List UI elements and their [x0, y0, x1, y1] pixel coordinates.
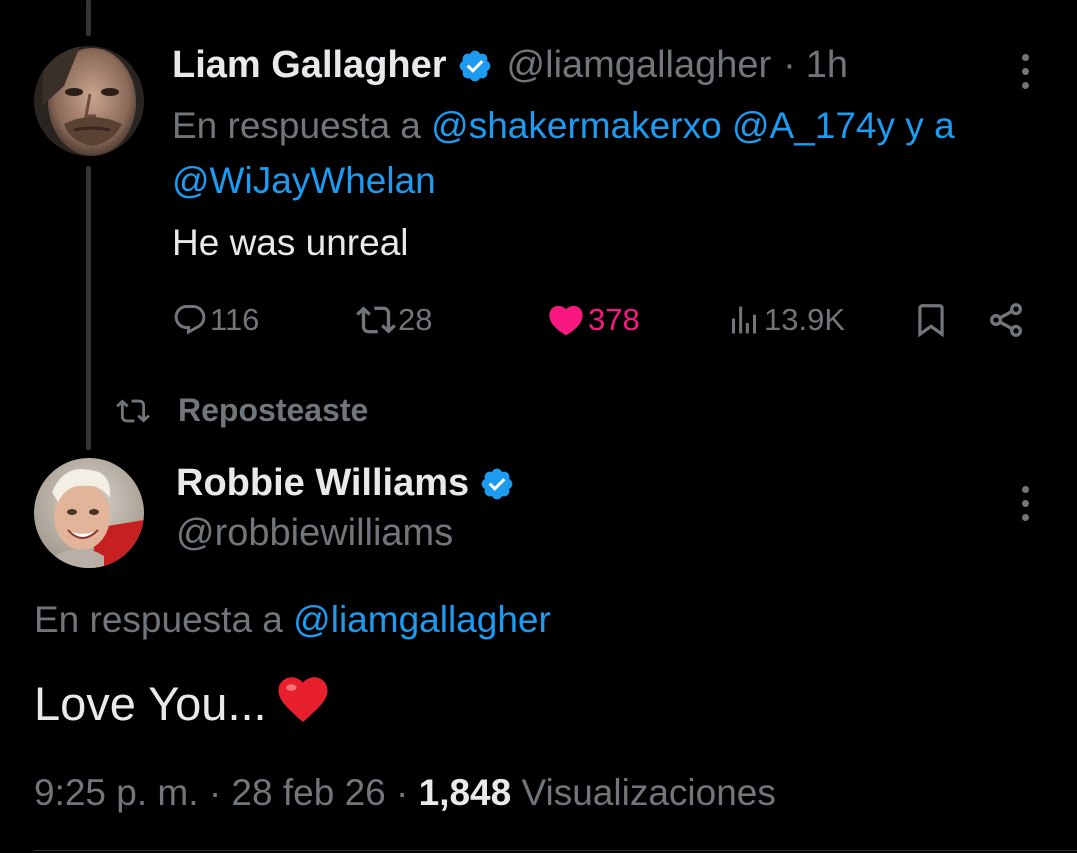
author-name[interactable]: Liam Gallagher: [172, 44, 447, 87]
more-options-icon[interactable]: [1020, 486, 1030, 521]
repost-count: 28: [398, 302, 433, 337]
tweet-text: He was unreal: [172, 222, 409, 263]
reply-prefix: En respuesta a: [172, 105, 421, 146]
bookmark-button[interactable]: [912, 296, 950, 344]
reply-count: 116: [210, 302, 260, 337]
like-button[interactable]: 378: [546, 296, 640, 344]
mention-link[interactable]: @WiJayWhelan: [172, 160, 436, 201]
reply-prefix: En respuesta a: [34, 599, 283, 640]
more-options-icon[interactable]: [1020, 54, 1030, 89]
repost-button[interactable]: 28: [356, 296, 432, 344]
tweet-date[interactable]: 28 feb 26: [231, 772, 385, 813]
red-heart-emoji-icon: [275, 672, 331, 735]
views-count: 13.9K: [764, 302, 846, 337]
tweet-text: Love You...: [34, 677, 267, 730]
tweet1-header: Liam Gallagher @liamgallagher · 1h: [172, 44, 848, 87]
tweet-time[interactable]: 9:25 p. m.: [34, 772, 199, 813]
divider: [34, 850, 1077, 851]
meta-separator: ·: [208, 772, 222, 813]
share-icon: [990, 303, 1022, 337]
bookmark-icon: [918, 304, 944, 338]
avatar-liam-gallagher[interactable]: [34, 46, 144, 156]
author-name[interactable]: Robbie Williams: [176, 462, 469, 505]
verified-badge-icon: [457, 48, 493, 84]
heart-filled-icon: [549, 305, 583, 336]
verified-badge-icon: [479, 466, 515, 502]
repost-label: Reposteaste: [178, 392, 369, 428]
reply-context: En respuesta a @shakermakerxo @A_174y y …: [172, 98, 1032, 208]
share-button[interactable]: [986, 296, 1026, 344]
reply-context: En respuesta a @liamgallagher: [34, 592, 551, 647]
tweet2-header: Robbie Williams: [176, 462, 515, 505]
reply-button[interactable]: 116: [172, 296, 259, 344]
mention-link[interactable]: @shakermakerxo: [431, 105, 722, 146]
views-button[interactable]: 13.9K: [726, 296, 845, 344]
like-count: 378: [588, 302, 640, 337]
thread-line-middle: [86, 166, 91, 450]
time-separator: ·: [783, 44, 796, 86]
author-handle[interactable]: @robbiewilliams: [176, 512, 453, 555]
repost-icon: [356, 306, 396, 334]
reply-icon: [174, 305, 206, 335]
thread-line-top: [86, 0, 91, 36]
tweet-time[interactable]: 1h: [806, 44, 848, 87]
views-bar-icon: [732, 306, 756, 334]
tweet-text-main: Love You...: [34, 672, 331, 735]
repost-banner: Reposteaste: [116, 392, 368, 429]
meta-separator: ·: [396, 772, 409, 813]
views-count: 1,848: [418, 772, 512, 813]
mention-link[interactable]: @A_174y: [732, 105, 895, 146]
mention-link[interactable]: @liamgallagher: [293, 599, 551, 640]
avatar-robbie-williams[interactable]: [34, 458, 144, 568]
author-handle[interactable]: @liamgallagher: [507, 44, 772, 87]
mention-joiner[interactable]: y a: [905, 105, 954, 146]
views-label: Visualizaciones: [521, 772, 776, 813]
repost-icon: [116, 398, 150, 423]
tweet-actions: 116 28 378 13.9K: [172, 296, 1032, 344]
tweet-meta: 9:25 p. m. · 28 feb 26 · 1,848 Visualiza…: [34, 772, 776, 814]
